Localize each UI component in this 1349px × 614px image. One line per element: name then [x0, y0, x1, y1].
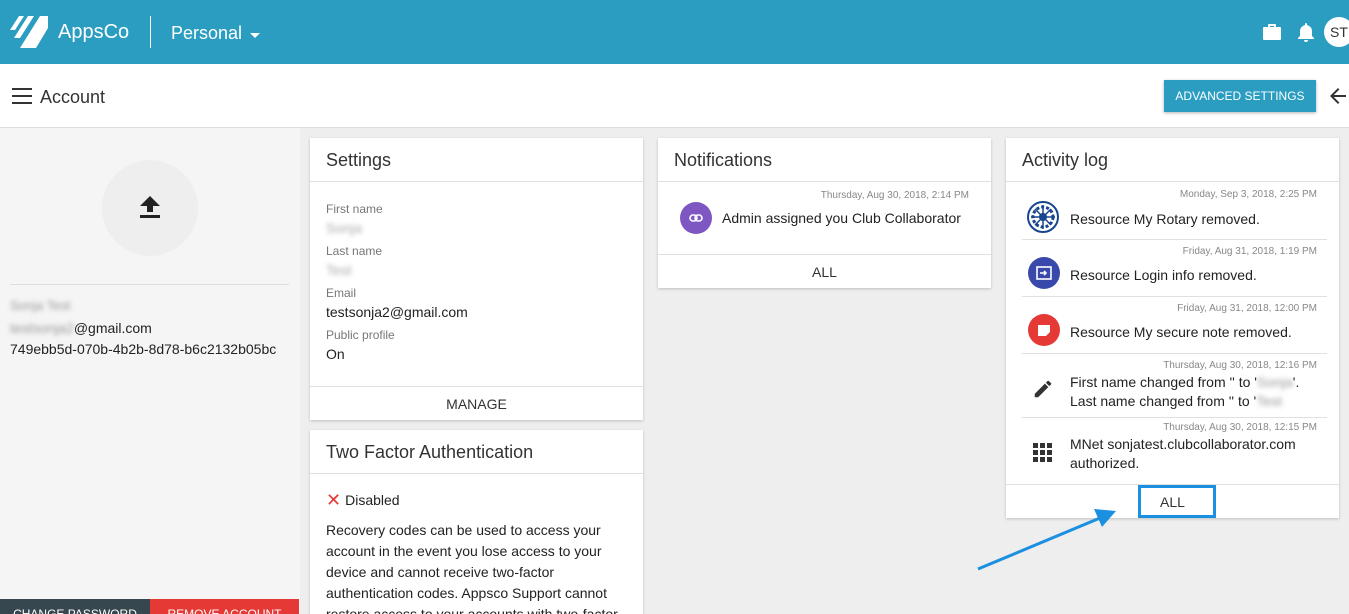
- workspace-label: Personal: [171, 23, 243, 43]
- list-item: Friday, Aug 31, 2018, 12:00 PM Resource …: [1022, 297, 1327, 354]
- two-factor-status-label: Disabled: [345, 492, 400, 508]
- text-part: MNet sonjatest.clubcollaborator.com: [1070, 436, 1296, 452]
- field-label: Email: [326, 286, 357, 300]
- first-name-value: Sonja: [326, 220, 362, 236]
- text-part: First name changed from '' to ': [1070, 374, 1257, 390]
- remove-account-button[interactable]: REMOVE ACCOUNT: [150, 599, 299, 614]
- arrow-back-icon[interactable]: [1328, 86, 1348, 106]
- avatar[interactable]: ST: [1324, 17, 1349, 47]
- list-item: Thursday, Aug 30, 2018, 12:16 PM First n…: [1022, 354, 1327, 418]
- highlight-box: [1138, 485, 1216, 518]
- activity-text: MNet sonjatest.clubcollaborator.com auth…: [1070, 435, 1296, 473]
- timestamp: Thursday, Aug 30, 2018, 12:16 PM: [1163, 360, 1317, 371]
- divider: [10, 284, 289, 285]
- user-name: Sonja Test: [10, 298, 71, 313]
- user-email: testsonja2@gmail.com: [10, 320, 152, 336]
- login-icon: [1028, 257, 1060, 289]
- activity-text: Resource My Rotary removed.: [1070, 211, 1260, 227]
- activity-text: First name changed from '' to 'Sonja'. L…: [1070, 373, 1299, 411]
- text-part: Last name changed from '' to ': [1070, 393, 1257, 409]
- avatar-upload[interactable]: [102, 160, 198, 256]
- logo-icon[interactable]: [10, 16, 48, 48]
- list-item: Thursday, Aug 30, 2018, 12:15 PM MNet so…: [1022, 418, 1327, 481]
- manage-button[interactable]: MANAGE: [310, 386, 643, 420]
- profile-panel: Sonja Test testsonja2@gmail.com 749ebb5d…: [0, 128, 300, 614]
- last-name-value: Test: [326, 262, 352, 278]
- card-title: Activity log: [1006, 138, 1339, 182]
- public-profile-value: On: [326, 346, 345, 362]
- timestamp: Friday, Aug 31, 2018, 12:00 PM: [1177, 303, 1317, 314]
- annotation-arrow-icon: [977, 509, 1116, 571]
- user-id: 749ebb5d-070b-4b2b-8d78-b6c2132b05bc: [10, 341, 277, 357]
- caret-down-icon: [250, 32, 261, 38]
- note-icon: [1028, 314, 1060, 346]
- blurred-value: Sonja: [1256, 374, 1293, 390]
- timestamp: Friday, Aug 31, 2018, 1:19 PM: [1182, 246, 1317, 257]
- text-part: '.: [1292, 374, 1300, 390]
- notification-text: Admin assigned you Club Collaborator: [722, 210, 961, 226]
- card-title: Settings: [310, 138, 643, 182]
- close-icon: ✕: [326, 490, 342, 510]
- briefcase-icon[interactable]: [1260, 20, 1284, 44]
- blurred-value: Test: [1256, 393, 1282, 409]
- timestamp: Thursday, Aug 30, 2018, 2:14 PM: [820, 190, 969, 201]
- notifications-all-button[interactable]: ALL: [658, 254, 991, 288]
- page-title: Account: [40, 87, 106, 107]
- bell-icon[interactable]: [1294, 20, 1318, 44]
- activity-text: Resource Login info removed.: [1070, 267, 1257, 283]
- apps-grid-icon: [1033, 443, 1052, 462]
- list-item: Friday, Aug 31, 2018, 1:19 PM Resource L…: [1022, 240, 1327, 297]
- settings-card: Settings First name Sonja Last name Test…: [310, 138, 643, 420]
- page-header: Account ADVANCED SETTINGS: [0, 64, 1349, 128]
- menu-icon[interactable]: [12, 88, 32, 104]
- two-factor-status: ✕ Disabled: [326, 490, 627, 510]
- user-email-domain: @gmail.com: [73, 320, 152, 336]
- card-title: Two Factor Authentication: [310, 430, 643, 474]
- two-factor-card: Two Factor Authentication ✕ Disabled Rec…: [310, 430, 643, 614]
- workspace-selector[interactable]: Personal: [171, 23, 261, 44]
- user-email-local: testsonja2: [10, 320, 74, 336]
- brand-name: AppsCo: [58, 21, 130, 43]
- two-factor-description: Recovery codes can be used to access you…: [326, 522, 618, 614]
- field-label: Public profile: [326, 328, 395, 342]
- field-label: First name: [326, 202, 383, 216]
- email-value: testsonja2@gmail.com: [326, 304, 468, 320]
- text-part: authorized.: [1070, 455, 1140, 471]
- list-item: Monday, Sep 3, 2018, 2:25 PM Resource My…: [1022, 182, 1327, 240]
- upload-icon: [140, 196, 160, 218]
- card-title: Notifications: [658, 138, 991, 182]
- link-icon: [680, 202, 712, 234]
- notifications-card: Notifications Thursday, Aug 30, 2018, 2:…: [658, 138, 991, 288]
- timestamp: Thursday, Aug 30, 2018, 12:15 PM: [1163, 422, 1317, 433]
- activity-text: Resource My secure note removed.: [1070, 324, 1292, 340]
- divider: [150, 16, 151, 48]
- change-password-button[interactable]: CHANGE PASSWORD: [0, 599, 150, 614]
- advanced-settings-button[interactable]: ADVANCED SETTINGS: [1164, 80, 1316, 112]
- timestamp: Monday, Sep 3, 2018, 2:25 PM: [1179, 189, 1317, 200]
- pencil-icon: [1034, 380, 1052, 398]
- top-bar: AppsCo Personal ST: [0, 0, 1349, 64]
- list-item[interactable]: Thursday, Aug 30, 2018, 2:14 PM Admin as…: [658, 182, 991, 252]
- activity-log-card: Activity log Monday, Sep 3, 2018, 2:25 P…: [1006, 138, 1339, 518]
- rotary-icon: [1027, 201, 1059, 233]
- field-label: Last name: [326, 244, 383, 258]
